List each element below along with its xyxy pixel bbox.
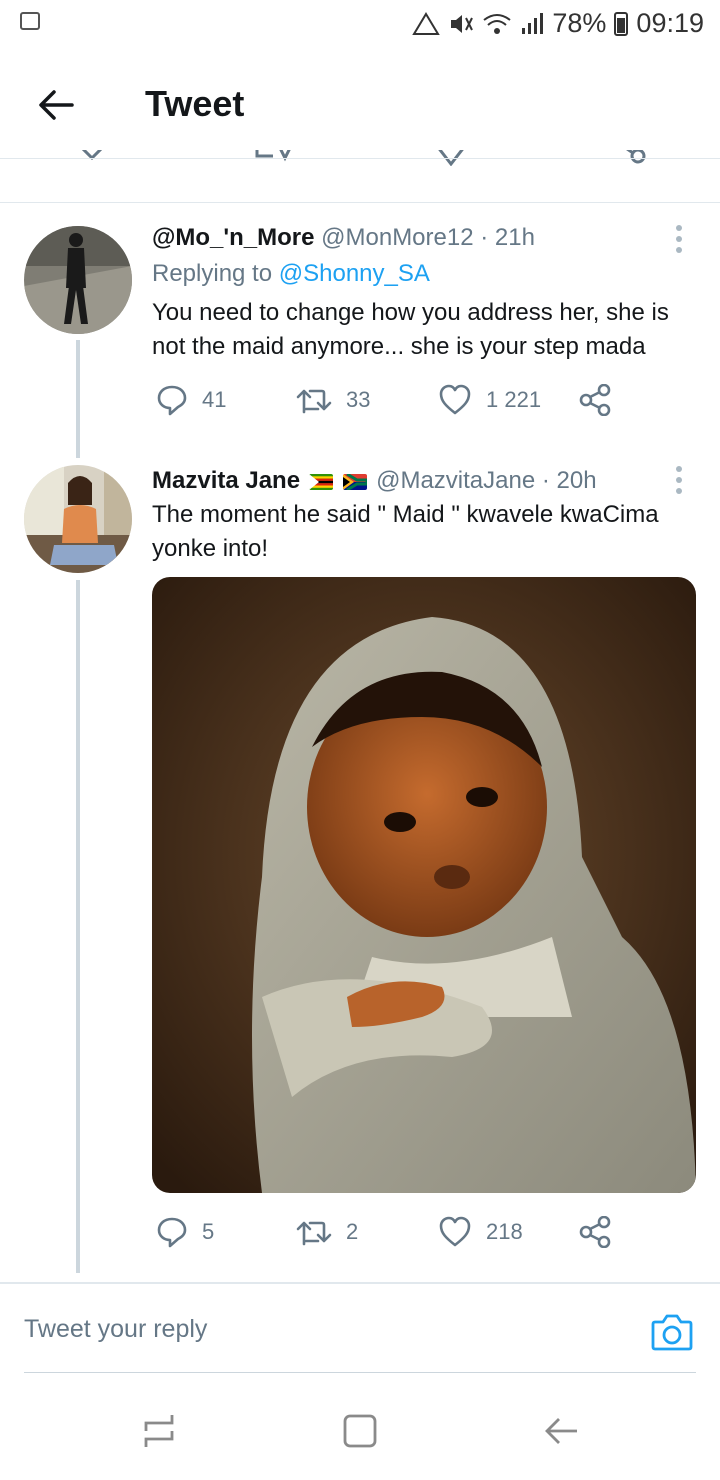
header-divider [0,158,720,159]
retweet-button[interactable]: 33 [296,384,370,416]
battery-percent: 78% [552,8,607,38]
more-options-icon[interactable] [676,466,684,499]
reply-icon [157,1217,187,1248]
network-icon [412,11,441,35]
avatar-image [24,226,132,334]
back-icon[interactable] [543,1413,579,1449]
replying-label: Replying to [152,260,273,287]
previous-tweet-actions [0,150,720,180]
retweet-icon [296,389,332,414]
retweet-button[interactable]: 2 [296,1216,358,1248]
share-button[interactable] [578,384,612,416]
south-africa-flag-icon [343,473,368,490]
author-handle: @MazvitaJane · 20h [376,467,597,494]
avatar[interactable] [24,226,132,334]
reply-icon[interactable] [74,150,110,164]
more-options-icon[interactable] [676,225,684,258]
camera-icon[interactable] [651,1313,693,1351]
signal-icon [522,12,544,34]
share-icon [579,1216,611,1248]
replying-to: Replying to @Shonny_SA [152,260,430,288]
tweet-header: @Mo_'n_More @MonMore12 · 21h [152,224,535,252]
like-count: 218 [486,1219,523,1244]
back-arrow-icon[interactable] [36,85,76,125]
tweet-header: Mazvita Jane @MazvitaJane · 20h [152,467,597,495]
thread-line [76,580,80,1273]
mention-link[interactable]: @Shonny_SA [279,260,430,287]
tweet-text: The moment he said " Maid " kwavele kwaC… [152,501,659,562]
thread-line [76,340,80,458]
reply-input-underline [24,1372,696,1373]
share-button[interactable] [578,1216,612,1248]
clock: 09:19 [636,8,704,38]
reply-icon [157,385,187,416]
status-bar: 78% 09:19 [0,0,720,50]
author-name[interactable]: Mazvita Jane [152,467,300,494]
like-count: 1 221 [486,387,542,412]
author-handle: @MonMore12 · 21h [321,224,535,251]
like-icon [439,384,471,415]
home-icon[interactable] [342,1413,378,1449]
tweet-image[interactable] [152,577,696,1193]
system-nav-bar [0,1380,720,1480]
reply-button[interactable]: 41 [156,384,226,416]
battery-icon [614,11,629,36]
retweet-icon [296,1221,332,1246]
app-header: Tweet [0,55,720,158]
like-button[interactable]: 218 [438,1216,523,1248]
wifi-icon [483,13,511,34]
page-title: Tweet [145,83,245,124]
status-icons: 78% 09:19 [412,8,704,39]
mute-icon [451,14,474,33]
like-button[interactable]: 1 221 [438,384,541,416]
author-name[interactable]: @Mo_'n_More [152,224,314,251]
reply-button[interactable]: 5 [156,1216,214,1248]
retweet-count: 33 [346,387,371,412]
tweet-actions: 41 33 1 221 [156,384,716,424]
avatar-image [24,465,132,573]
divider [0,202,720,203]
reply-count: 41 [202,387,227,412]
reply-input[interactable]: Tweet your reply [24,1315,207,1344]
share-icon [579,384,611,416]
tweet-actions: 5 2 218 [156,1216,716,1256]
tweet-text: You need to change how you address her, … [152,299,669,360]
share-icon[interactable] [612,150,652,172]
baby-photo [152,577,696,1193]
reply-bar-divider [0,1282,720,1284]
gallery-notification-icon [20,12,40,30]
retweet-count: 2 [346,1219,359,1244]
avatar[interactable] [24,465,132,573]
like-icon [439,1216,471,1247]
reply-count: 5 [202,1219,215,1244]
zimbabwe-flag-icon [308,473,333,490]
recent-apps-icon[interactable] [142,1413,176,1449]
